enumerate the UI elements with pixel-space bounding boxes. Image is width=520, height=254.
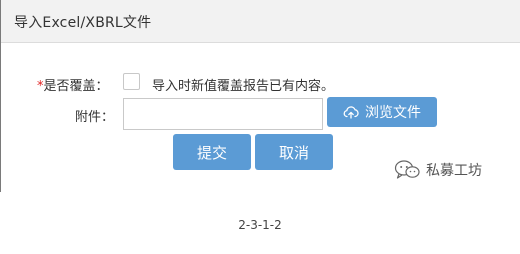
overwrite-checkbox[interactable] [123,73,140,90]
browse-file-label: 浏览文件 [365,105,421,121]
submit-button[interactable]: 提交 [173,134,251,170]
import-dialog: 导入Excel/XBRL文件 *是否覆盖： 导入时新值覆盖报告已有内容。 附件：… [0,0,520,192]
watermark-text: 私募工坊 [426,163,482,179]
dialog-title: 导入Excel/XBRL文件 [14,15,152,31]
watermark: 私募工坊 [394,148,520,192]
overwrite-description: 导入时新值覆盖报告已有内容。 [152,79,335,94]
figure-caption: 2-3-1-2 [238,218,282,232]
wechat-icon [394,160,420,179]
cloud-upload-icon [343,106,359,119]
overwrite-label: *是否覆盖： [37,75,109,94]
browse-file-button[interactable]: 浏览文件 [327,97,437,127]
screenshot-root: 导入Excel/XBRL文件 *是否覆盖： 导入时新值覆盖报告已有内容。 附件：… [0,0,520,254]
attachment-file-field[interactable] [123,98,323,130]
dialog-header: 导入Excel/XBRL文件 [1,0,520,43]
overwrite-label-text: 是否覆盖： [43,79,109,94]
attachment-label: 附件： [75,110,115,125]
cancel-button[interactable]: 取消 [255,134,333,170]
